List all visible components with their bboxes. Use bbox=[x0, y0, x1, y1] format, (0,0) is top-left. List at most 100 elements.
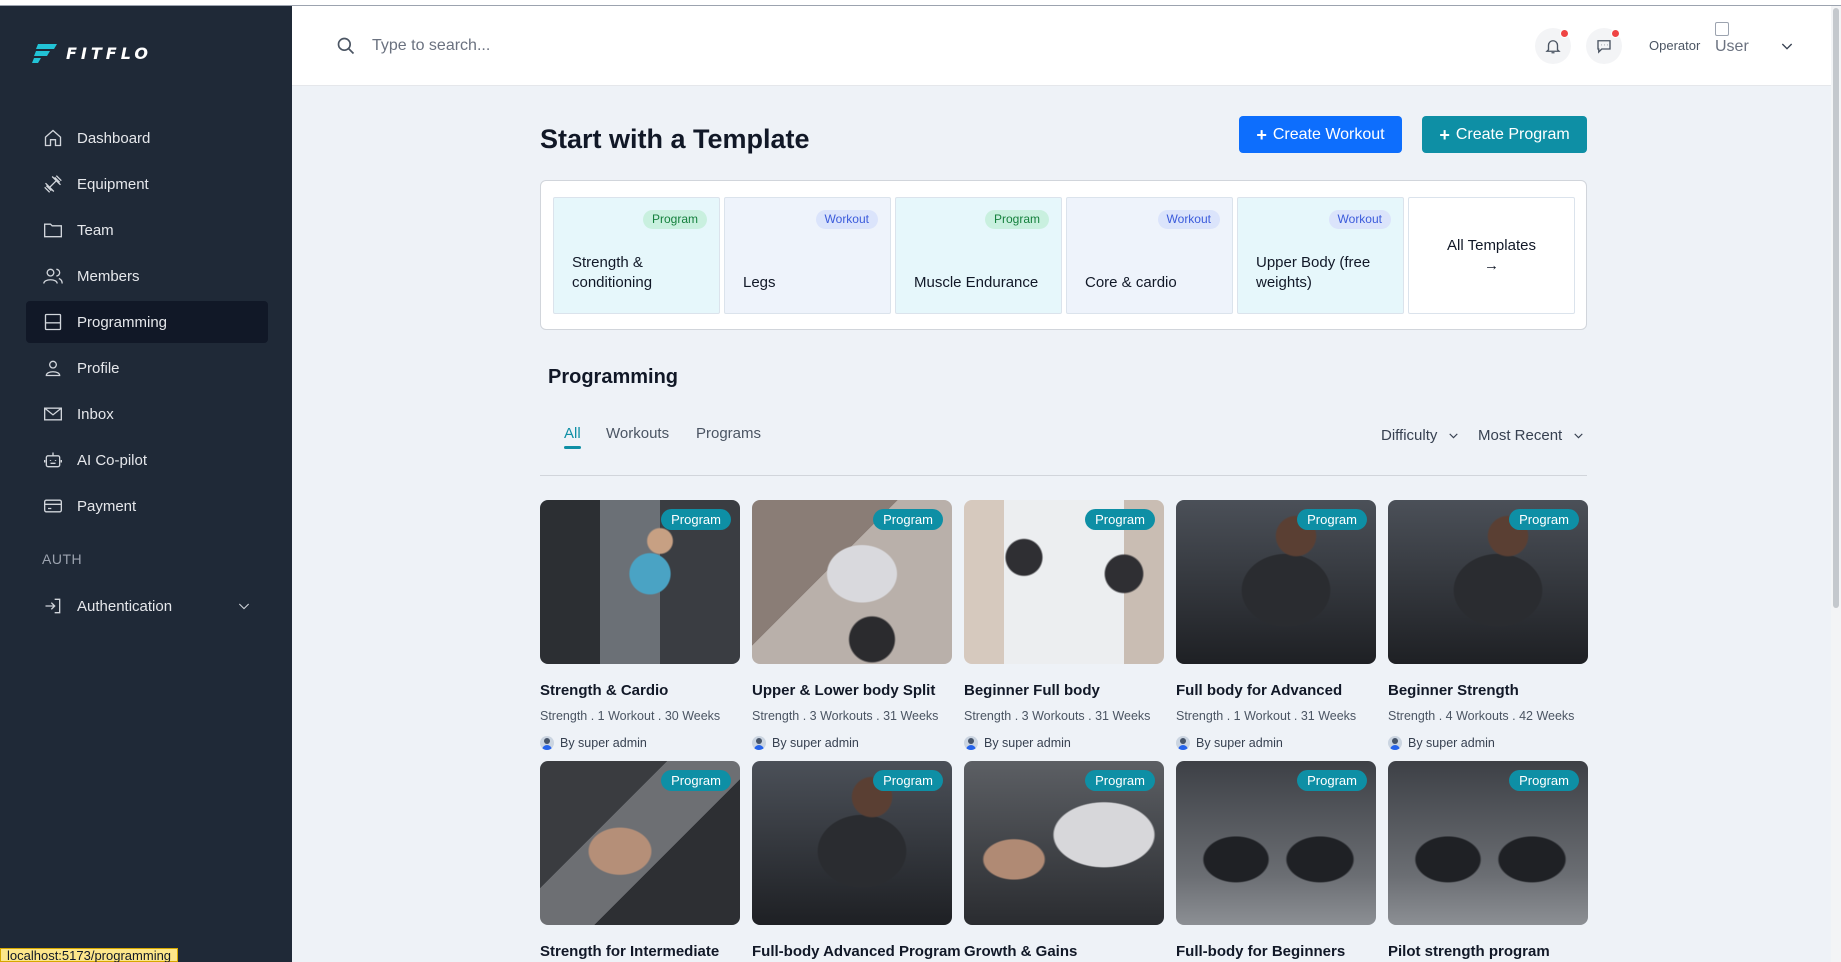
program-title[interactable]: Beginner Full body bbox=[964, 682, 1100, 699]
notification-dot bbox=[1560, 29, 1569, 38]
tab-workouts[interactable]: Workouts bbox=[606, 425, 669, 442]
plus-icon: + bbox=[1439, 124, 1450, 145]
sidebar-item-inbox[interactable]: Inbox bbox=[26, 393, 268, 435]
program-title[interactable]: Strength for Intermediate bbox=[540, 943, 719, 960]
chevron-down-icon[interactable] bbox=[1779, 38, 1795, 54]
program-thumbnail[interactable]: Program bbox=[1176, 761, 1376, 925]
program-author: By super admin bbox=[1176, 736, 1283, 750]
sidebar-item-ai-copilot[interactable]: AI Co-pilot bbox=[26, 439, 268, 481]
program-thumbnail[interactable]: Program bbox=[964, 500, 1164, 664]
program-meta: Strength . 3 Workouts . 31 Weeks bbox=[752, 709, 939, 723]
auth-section-heading: AUTH bbox=[42, 551, 83, 567]
create-workout-button[interactable]: + Create Workout bbox=[1239, 116, 1402, 153]
program-meta: Strength . 1 Workout . 31 Weeks bbox=[1176, 709, 1357, 723]
browser-top-edge bbox=[0, 0, 1841, 6]
folder-icon bbox=[44, 223, 62, 238]
program-thumbnail[interactable]: Program bbox=[752, 761, 952, 925]
program-badge: Program bbox=[1297, 770, 1367, 791]
notifications-button[interactable] bbox=[1535, 28, 1571, 64]
template-card[interactable]: Workout Upper Body (free weights) bbox=[1237, 197, 1404, 314]
program-badge: Program bbox=[1509, 770, 1579, 791]
program-author: By super admin bbox=[1388, 736, 1495, 750]
filter-label: Difficulty bbox=[1381, 427, 1438, 444]
type-badge: Program bbox=[984, 210, 1049, 229]
create-program-button[interactable]: + Create Program bbox=[1422, 116, 1587, 153]
robot-icon bbox=[44, 452, 62, 468]
program-title[interactable]: Upper & Lower body Split bbox=[752, 682, 935, 699]
difficulty-filter[interactable]: Difficulty bbox=[1381, 427, 1460, 444]
program-badge: Program bbox=[661, 509, 731, 530]
layout-icon bbox=[44, 313, 62, 331]
author-name: By super admin bbox=[1196, 736, 1283, 750]
program-thumbnail[interactable]: Program bbox=[1388, 500, 1588, 664]
author-name: By super admin bbox=[772, 736, 859, 750]
all-templates-link[interactable]: All Templates → bbox=[1408, 197, 1575, 314]
template-card[interactable]: Program Muscle Endurance bbox=[895, 197, 1062, 314]
template-name: Muscle Endurance bbox=[914, 274, 1039, 291]
program-title[interactable]: Beginner Strength bbox=[1388, 682, 1519, 699]
template-card[interactable]: Workout Core & cardio bbox=[1066, 197, 1233, 314]
plus-icon: + bbox=[1256, 124, 1267, 145]
sort-dropdown[interactable]: Most Recent bbox=[1478, 427, 1585, 444]
sidebar-item-equipment[interactable]: Equipment bbox=[26, 163, 268, 205]
program-badge: Program bbox=[1509, 509, 1579, 530]
sidebar-item-label: Inbox bbox=[77, 405, 114, 423]
logo[interactable]: FITFLO bbox=[32, 42, 152, 64]
dumbbell-icon bbox=[44, 175, 62, 193]
program-thumbnail[interactable]: Program bbox=[752, 500, 952, 664]
sidebar-item-label: Profile bbox=[77, 359, 120, 377]
sidebar-item-label: AI Co-pilot bbox=[77, 451, 148, 469]
chat-icon bbox=[1597, 40, 1611, 54]
author-name: By super admin bbox=[984, 736, 1071, 750]
program-title[interactable]: Full body for Advanced bbox=[1176, 682, 1342, 699]
author-avatar bbox=[964, 736, 978, 750]
tab-all[interactable]: All bbox=[564, 425, 581, 442]
program-title[interactable]: Strength & Cardio bbox=[540, 682, 668, 699]
author-name: By super admin bbox=[560, 736, 647, 750]
fitflo-logo-icon bbox=[32, 44, 57, 63]
program-thumbnail[interactable]: Program bbox=[964, 761, 1164, 925]
sidebar-item-profile[interactable]: Profile bbox=[26, 347, 268, 389]
user-icon bbox=[45, 360, 61, 377]
program-badge: Program bbox=[873, 770, 943, 791]
program-title[interactable]: Full-body for Beginners bbox=[1176, 943, 1345, 960]
tab-programs[interactable]: Programs bbox=[696, 425, 761, 442]
avatar[interactable]: User bbox=[1715, 22, 1757, 66]
sidebar-item-label: Authentication bbox=[77, 597, 173, 615]
sidebar-item-label: Team bbox=[77, 221, 114, 239]
sidebar-item-payment[interactable]: Payment bbox=[26, 485, 268, 527]
messages-button[interactable] bbox=[1586, 28, 1622, 64]
active-tab-indicator bbox=[564, 446, 581, 449]
program-thumbnail[interactable]: Program bbox=[540, 761, 740, 925]
sidebar-item-label: Dashboard bbox=[77, 129, 151, 147]
template-card[interactable]: Program Strength & conditioning bbox=[553, 197, 720, 314]
program-thumbnail[interactable]: Program bbox=[540, 500, 740, 664]
sidebar-item-programming[interactable]: Programming bbox=[26, 301, 268, 343]
sidebar-item-members[interactable]: Members bbox=[26, 255, 268, 297]
template-card[interactable]: Workout Legs bbox=[724, 197, 891, 314]
program-thumbnail[interactable]: Program bbox=[1176, 500, 1376, 664]
program-title[interactable]: Pilot strength program bbox=[1388, 943, 1550, 960]
sidebar-item-label: Programming bbox=[77, 313, 168, 331]
program-badge: Program bbox=[1085, 770, 1155, 791]
scrollbar-thumb[interactable] bbox=[1833, 8, 1839, 608]
program-title[interactable]: Full-body Advanced Program bbox=[752, 943, 961, 960]
sign-in-icon bbox=[45, 598, 61, 614]
broken-image-icon bbox=[1715, 22, 1729, 36]
sidebar-item-team[interactable]: Team bbox=[26, 209, 268, 251]
sidebar-item-authentication[interactable]: Authentication bbox=[26, 585, 268, 627]
program-author: By super admin bbox=[540, 736, 647, 750]
author-avatar bbox=[752, 736, 766, 750]
all-templates-content: All Templates → bbox=[1447, 236, 1536, 276]
search-input[interactable] bbox=[372, 31, 772, 61]
sidebar-item-dashboard[interactable]: Dashboard bbox=[26, 117, 268, 159]
chevron-down-icon bbox=[1449, 433, 1459, 439]
program-thumbnail[interactable]: Program bbox=[1388, 761, 1588, 925]
home-icon bbox=[44, 129, 62, 147]
program-title[interactable]: Growth & Gains bbox=[964, 943, 1077, 960]
type-badge: Workout bbox=[1157, 210, 1220, 229]
page-title: Start with a Template bbox=[540, 124, 810, 154]
program-meta: Strength . 4 Workouts . 42 Weeks bbox=[1388, 709, 1575, 723]
template-strip: Program Strength & conditioning Workout … bbox=[540, 180, 1587, 330]
sidebar-nav: Dashboard Equipment Team Members Program… bbox=[26, 117, 268, 531]
